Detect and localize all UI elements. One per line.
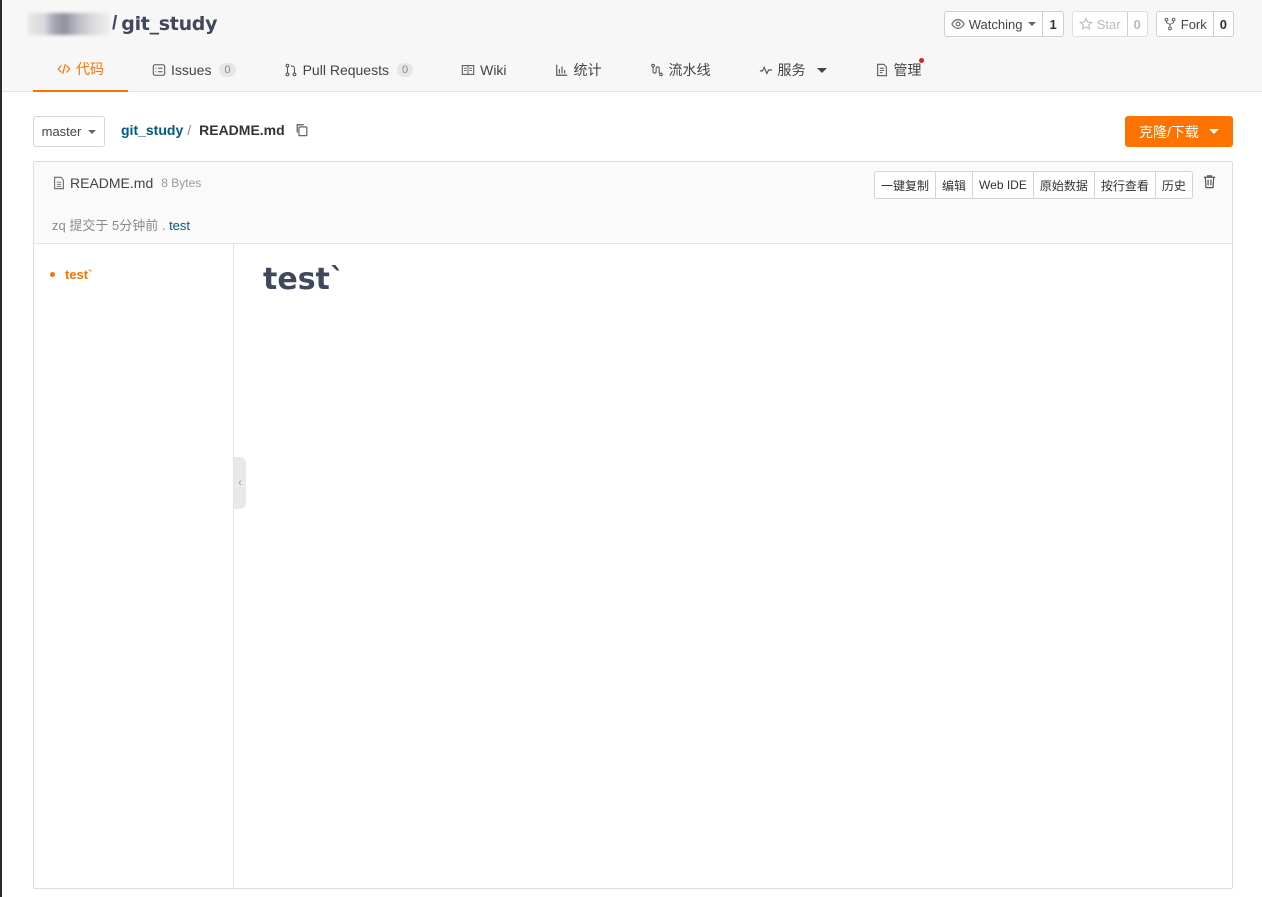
fork-label: Fork xyxy=(1180,16,1207,32)
eye-icon xyxy=(950,17,965,31)
book-icon xyxy=(461,63,475,77)
tab-label: 服务 xyxy=(777,62,806,78)
chevron-left-icon: ‹ xyxy=(238,477,242,489)
breadcrumb-file: README.md xyxy=(199,122,285,138)
owner-name-blurred[interactable] xyxy=(28,13,110,35)
window-edge xyxy=(0,0,2,897)
history-button[interactable]: 历史 xyxy=(1154,172,1192,198)
code-icon xyxy=(57,62,71,76)
file-title: README.md 8 Bytes xyxy=(52,175,201,191)
repo-separator: / xyxy=(112,13,118,34)
edit-button[interactable]: 编辑 xyxy=(935,172,972,198)
tab-pipeline[interactable]: 流水线 xyxy=(626,48,735,92)
tab-label: Wiki xyxy=(480,62,507,78)
file-viewer: README.md 8 Bytes 一键复制 编辑 Web IDE 原始数据 按… xyxy=(33,161,1233,889)
star-icon xyxy=(1078,17,1093,31)
watch-label: Watching xyxy=(968,16,1023,32)
tab-label: 管理 xyxy=(893,62,922,78)
watch-button-group: Watching 1 xyxy=(943,11,1064,37)
tab-stats[interactable]: 统计 xyxy=(531,48,626,92)
breadcrumb-separator: / xyxy=(187,122,192,138)
trash-icon[interactable] xyxy=(1202,174,1217,192)
copy-all-button[interactable]: 一键复制 xyxy=(875,172,935,198)
content-heading: test` xyxy=(263,262,345,297)
repo-header: / git_study Watching 1 Star 0 Fork 0 代码 … xyxy=(2,0,1262,92)
clone-download-button[interactable]: 克隆/下载 xyxy=(1125,116,1233,147)
issues-count-badge: 0 xyxy=(219,63,236,77)
bullet-icon xyxy=(50,272,55,277)
commit-time: 提交于 5分钟前 . xyxy=(69,218,166,233)
star-count[interactable]: 0 xyxy=(1126,12,1147,36)
star-button-group: Star 0 xyxy=(1071,11,1148,37)
repo-actions: Watching 1 Star 0 Fork 0 xyxy=(943,11,1234,37)
tab-services[interactable]: 服务 xyxy=(735,48,851,92)
tab-label: 流水线 xyxy=(668,62,711,78)
copy-icon[interactable] xyxy=(295,123,309,137)
repo-name-link[interactable]: git_study xyxy=(121,13,217,35)
fork-icon xyxy=(1163,17,1177,31)
repo-tabs: 代码 Issues 0 Pull Requests 0 Wiki 统计 流水线 … xyxy=(33,48,946,92)
raw-button[interactable]: 原始数据 xyxy=(1032,172,1094,198)
pull-request-icon xyxy=(284,63,298,77)
file-name: README.md xyxy=(70,175,154,191)
fork-count[interactable]: 0 xyxy=(1212,12,1233,36)
tab-label: Issues xyxy=(171,62,212,78)
star-button[interactable]: Star xyxy=(1073,12,1127,36)
toc-item-label: test` xyxy=(65,267,93,282)
breadcrumb-repo-link[interactable]: git_study xyxy=(121,122,183,138)
tab-manage[interactable]: 管理 xyxy=(851,48,946,92)
tab-label: 代码 xyxy=(76,61,104,77)
chevron-down-icon xyxy=(1208,129,1219,134)
watch-count[interactable]: 1 xyxy=(1042,12,1062,36)
watch-button[interactable]: Watching xyxy=(945,12,1043,36)
tab-label: Pull Requests xyxy=(302,62,389,78)
file-header: README.md 8 Bytes 一键复制 编辑 Web IDE 原始数据 按… xyxy=(34,162,1232,244)
chevron-down-icon xyxy=(1028,22,1037,26)
blame-button[interactable]: 按行查看 xyxy=(1093,172,1155,198)
collapse-toc-handle[interactable]: ‹ xyxy=(234,457,246,509)
branch-label: master xyxy=(41,124,82,139)
repo-title: / git_study xyxy=(28,10,217,38)
notification-dot xyxy=(918,58,924,63)
table-of-contents: test` xyxy=(34,244,234,888)
commit-author[interactable]: zq xyxy=(52,218,66,233)
web-ide-button[interactable]: Web IDE xyxy=(972,172,1033,198)
file-size: 8 Bytes xyxy=(161,176,202,190)
pipeline-icon xyxy=(650,63,664,77)
fork-button-group: Fork 0 xyxy=(1155,11,1234,37)
file-icon xyxy=(52,176,66,190)
tab-code[interactable]: 代码 xyxy=(33,48,128,92)
markdown-content: test` xyxy=(263,262,345,297)
last-commit-info: zq 提交于 5分钟前 . test xyxy=(52,215,190,234)
pulse-icon xyxy=(759,63,773,77)
branch-select[interactable]: master xyxy=(33,116,105,147)
tab-wiki[interactable]: Wiki xyxy=(437,48,530,92)
issues-icon xyxy=(152,63,166,77)
manage-icon xyxy=(875,63,889,77)
clone-download-label: 克隆/下载 xyxy=(1139,123,1199,140)
chevron-down-icon xyxy=(88,129,97,134)
chevron-down-icon xyxy=(816,67,827,73)
star-label: Star xyxy=(1096,16,1121,32)
tab-label: 统计 xyxy=(573,62,602,78)
breadcrumb: git_study / README.md xyxy=(121,122,309,138)
commit-message-link[interactable]: test xyxy=(169,218,190,233)
tab-pull-requests[interactable]: Pull Requests 0 xyxy=(260,48,438,92)
pull-requests-count-badge: 0 xyxy=(396,63,414,77)
fork-button[interactable]: Fork xyxy=(1157,12,1213,36)
bar-chart-icon xyxy=(555,63,569,77)
file-toolbar: 一键复制 编辑 Web IDE 原始数据 按行查看 历史 xyxy=(874,171,1193,199)
tab-issues[interactable]: Issues 0 xyxy=(128,48,260,92)
toc-item[interactable]: test` xyxy=(50,267,92,282)
